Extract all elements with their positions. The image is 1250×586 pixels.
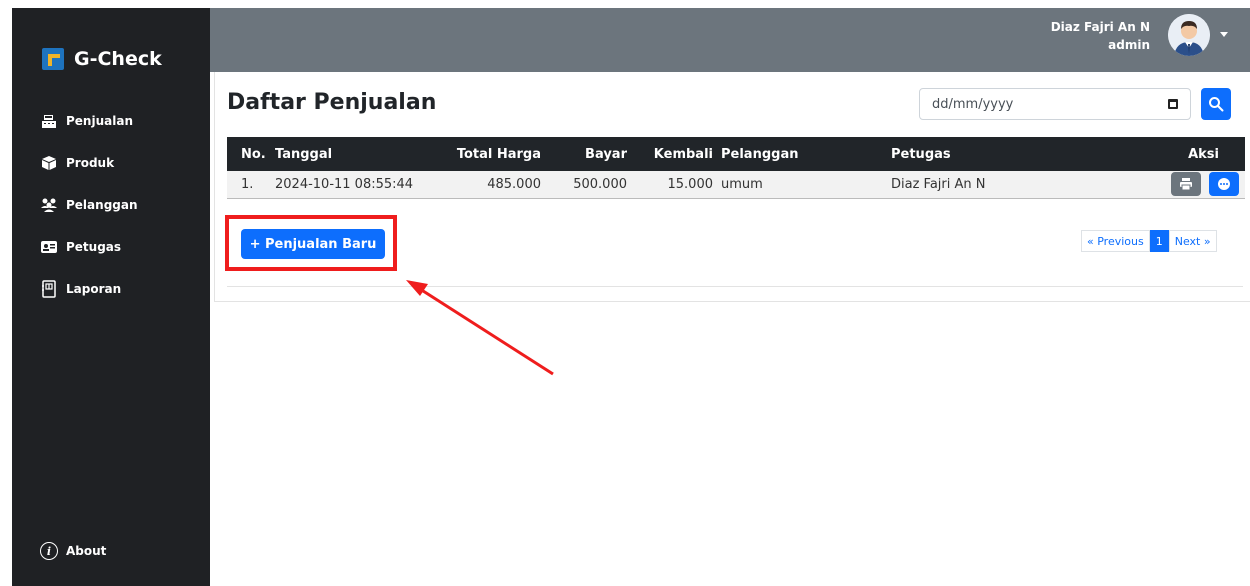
sidebar-item-label: Penjualan [66,114,133,128]
divider [227,286,1243,287]
cell-kembali: 15.000 [631,171,717,199]
calendar-icon[interactable] [1168,99,1178,109]
sidebar-nav: Penjualan Produk Pelanggan Petugas Lapor… [40,100,138,310]
col-header-pelanggan: Pelanggan [721,146,799,162]
sales-table: No. Tanggal Total Harga Bayar Kembali Pe… [227,137,1245,199]
col-header-no: No. [241,146,266,162]
cell-tanggal: 2024-10-11 08:55:44 [271,171,451,199]
brand-name: G-Check [74,48,162,70]
detail-button[interactable] [1209,172,1239,197]
sidebar: G-Check Penjualan Produk Pelanggan Petug… [12,8,210,586]
printer-icon [1179,178,1192,191]
sidebar-item-petugas[interactable]: Petugas [40,226,138,268]
pagination: « Previous 1 Next » [1081,230,1217,252]
user-role: admin [1108,38,1150,52]
box-icon [40,154,58,172]
sidebar-item-laporan[interactable]: Laporan [40,268,138,310]
col-header-kembali: Kembali [653,146,713,162]
new-sale-button[interactable]: + Penjualan Baru [241,229,385,259]
date-placeholder: dd/mm/yyyy [932,96,1014,112]
print-button[interactable] [1170,172,1201,197]
cell-pelanggan: umum [717,171,887,199]
info-icon: i [40,542,58,560]
id-card-icon [40,238,58,256]
app-frame: G-Check Penjualan Produk Pelanggan Petug… [0,0,1250,586]
main-content: Daftar Penjualan dd/mm/yyyy No. Tanggal … [214,72,1250,302]
pagination-next[interactable]: Next » [1168,230,1217,252]
page-title: Daftar Penjualan [227,90,437,115]
brand[interactable]: G-Check [42,48,162,70]
cell-bayar: 500.000 [545,171,631,199]
brand-logo-icon [42,48,64,70]
users-icon [40,196,58,214]
table-header-row: No. Tanggal Total Harga Bayar Kembali Pe… [227,137,1245,171]
cell-total: 485.000 [451,171,545,199]
search-icon [1209,97,1224,112]
cash-register-icon [40,112,58,130]
book-icon [40,280,58,298]
col-header-tanggal: Tanggal [275,146,333,162]
sidebar-item-label: Produk [66,156,115,170]
date-input[interactable]: dd/mm/yyyy [919,88,1191,120]
about-link[interactable]: i About [40,542,106,560]
highlight-box: + Penjualan Baru [225,215,397,271]
table-row: 1. 2024-10-11 08:55:44 485.000 500.000 1… [227,171,1245,199]
about-label: About [66,544,107,558]
user-info[interactable]: Diaz Fajri An N admin [1051,18,1150,54]
sidebar-item-label: Petugas [66,240,122,254]
col-header-petugas: Petugas [891,146,951,162]
search-button[interactable] [1201,88,1231,120]
cell-petugas: Diaz Fajri An N [887,171,1087,199]
sidebar-item-produk[interactable]: Produk [40,142,138,184]
sidebar-item-penjualan[interactable]: Penjualan [40,100,138,142]
topbar: Diaz Fajri An N admin [210,8,1250,72]
col-header-aksi: Aksi [1188,146,1219,162]
user-name: Diaz Fajri An N [1050,20,1150,34]
pagination-page[interactable]: 1 [1149,230,1169,252]
col-header-bayar: Bayar [585,146,627,162]
pagination-previous[interactable]: « Previous [1081,230,1150,252]
col-header-total: Total Harga [456,146,541,162]
sidebar-item-label: Laporan [66,282,122,296]
sidebar-item-pelanggan[interactable]: Pelanggan [40,184,138,226]
sidebar-item-label: Pelanggan [66,198,138,212]
chevron-down-icon[interactable] [1220,32,1228,37]
cell-aksi [1087,171,1245,199]
cell-no: 1. [227,171,271,199]
more-icon [1218,178,1230,191]
avatar[interactable] [1168,14,1210,56]
